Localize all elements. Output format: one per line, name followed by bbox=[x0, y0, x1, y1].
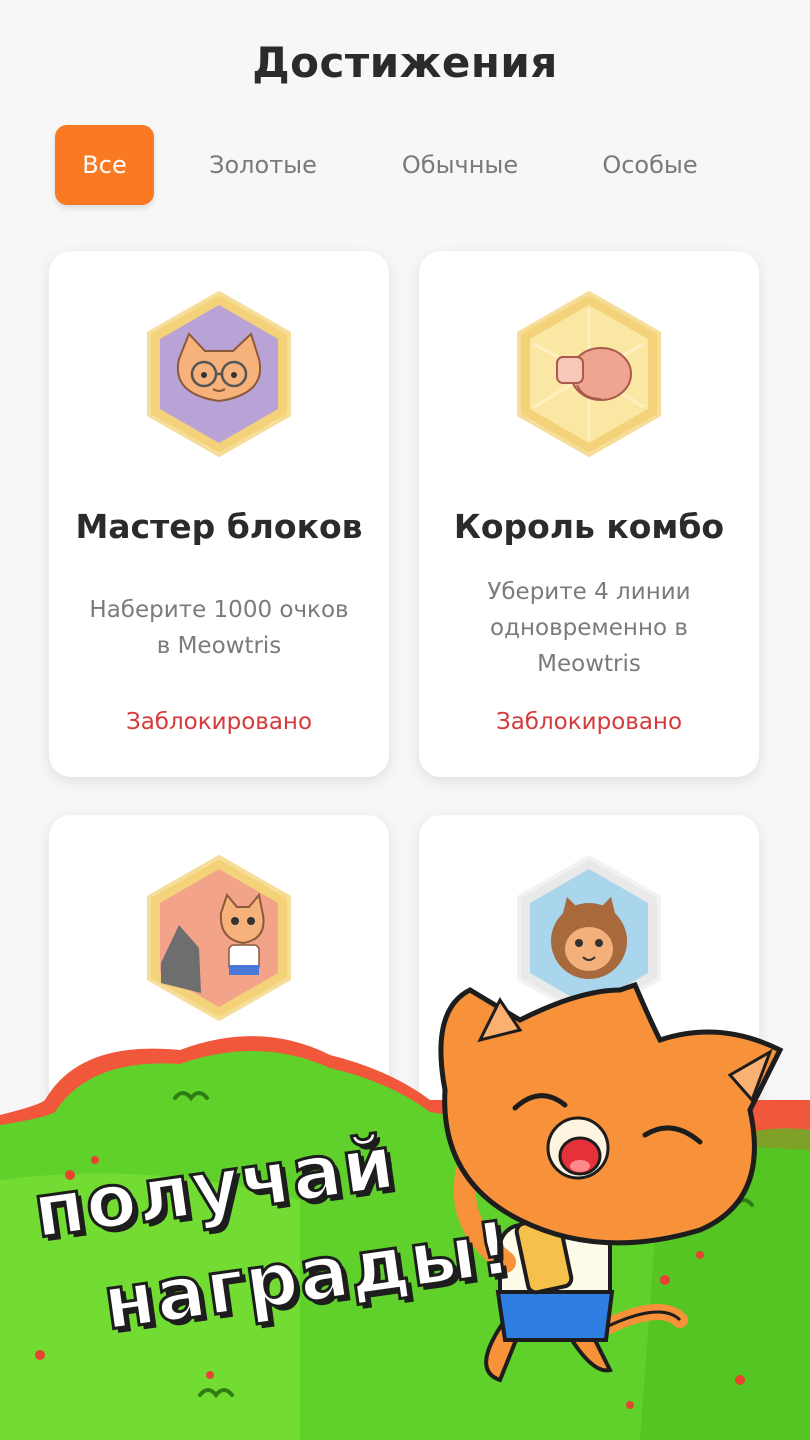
achievement-description: Наберите 1000 очков в Meowtris bbox=[89, 597, 349, 659]
achievement-title: Мастер блоков bbox=[75, 507, 363, 546]
achievement-title: Король комбо bbox=[453, 507, 725, 546]
cat-high-five-icon bbox=[147, 854, 291, 1022]
page-title: Достижения bbox=[252, 38, 558, 87]
achievement-description: Уберите 4 линии одновременно в Meowtris bbox=[487, 579, 691, 677]
achievement-status: Заблокировано bbox=[495, 709, 683, 735]
tab-gold[interactable]: Золотые bbox=[195, 125, 331, 205]
tab-special[interactable]: Особые bbox=[590, 125, 710, 205]
tab-all[interactable]: Все bbox=[55, 125, 154, 205]
achievement-card-block-master[interactable]: Мастер блоков Наберите 1000 очков в Meow… bbox=[49, 251, 389, 777]
cat-with-glasses-icon bbox=[147, 290, 291, 458]
achievement-filter-tabs: Все Золотые Обычные Особые bbox=[0, 125, 810, 205]
brown-cat-face-icon bbox=[517, 854, 661, 1022]
tab-regular[interactable]: Обычные bbox=[385, 125, 535, 205]
boxing-glove-icon bbox=[517, 290, 661, 458]
achievement-status: Заблокировано bbox=[125, 709, 313, 735]
achievement-card-combo-king[interactable]: Король комбо Уберите 4 линии одновременн… bbox=[419, 251, 759, 777]
